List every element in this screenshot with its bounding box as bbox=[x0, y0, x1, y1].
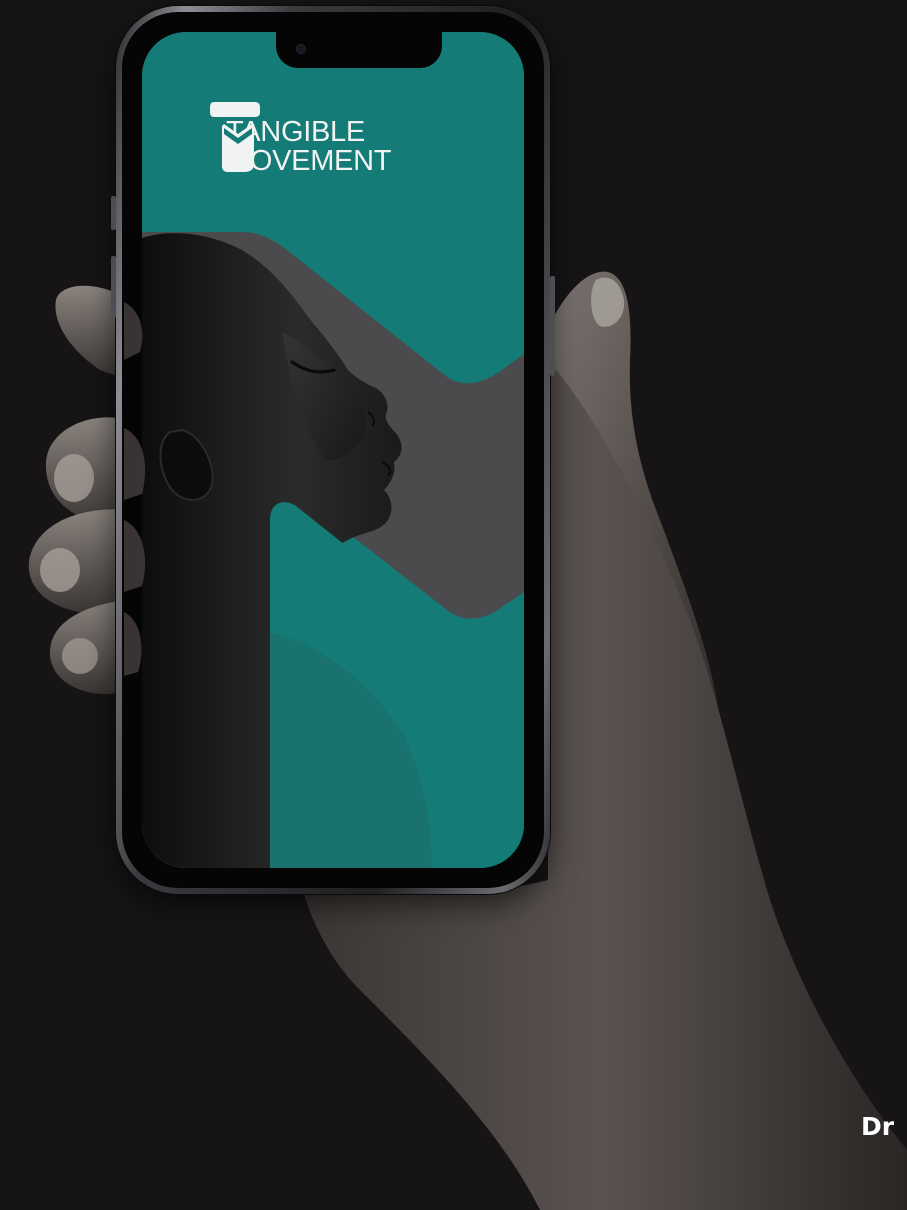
volume-up-button bbox=[111, 256, 116, 318]
phone-notch bbox=[276, 32, 442, 68]
caption-text: Dr bbox=[861, 1112, 895, 1141]
tangible-movement-logo-icon bbox=[210, 102, 260, 172]
mockup-stage: TANGIBLE MOVEMENT Dr bbox=[0, 0, 907, 1210]
app-splash-screen[interactable]: TANGIBLE MOVEMENT bbox=[142, 32, 524, 868]
mute-switch bbox=[111, 196, 116, 230]
phone-frame: TANGIBLE MOVEMENT bbox=[111, 6, 555, 894]
phone-bezel: TANGIBLE MOVEMENT bbox=[122, 12, 544, 888]
front-camera-icon bbox=[296, 44, 306, 54]
power-button bbox=[550, 276, 555, 376]
brand-lockup: TANGIBLE MOVEMENT bbox=[210, 100, 391, 176]
